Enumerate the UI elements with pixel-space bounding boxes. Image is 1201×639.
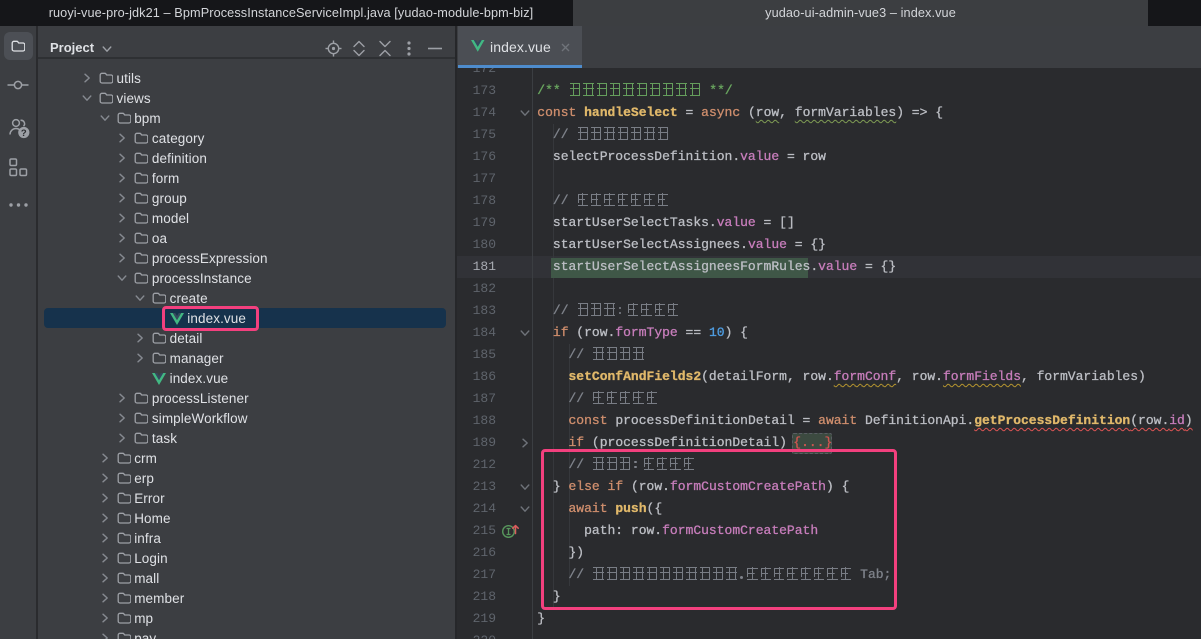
- svg-text:?: ?: [21, 128, 27, 139]
